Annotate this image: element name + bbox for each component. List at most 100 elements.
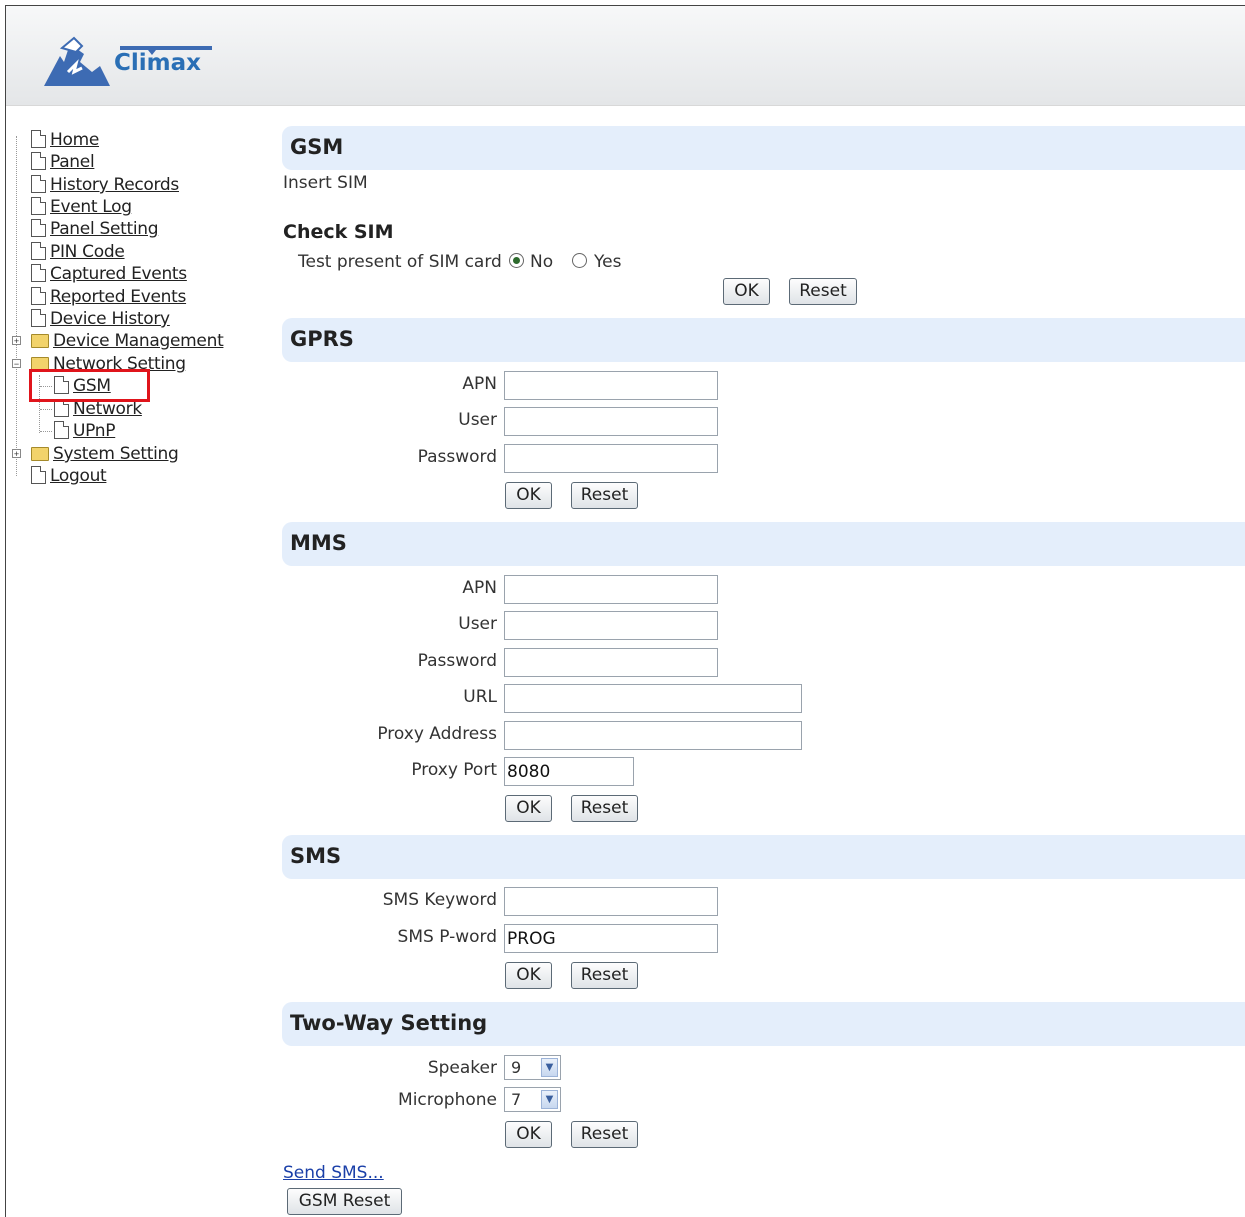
speaker-select[interactable]: 9 ▼ (504, 1055, 561, 1080)
tree-line (40, 409, 52, 410)
gprs-apn-input[interactable] (504, 371, 718, 400)
radio-yes[interactable] (572, 253, 587, 268)
gprs-user-input[interactable] (504, 407, 718, 436)
chevron-down-icon: ▼ (541, 1090, 558, 1109)
mms-proxy-address-input[interactable] (504, 721, 802, 750)
expand-plus-icon[interactable]: + (12, 336, 21, 346)
tree-item-panel-setting[interactable]: Panel Setting (31, 219, 159, 241)
sms-ok-button[interactable]: OK (505, 962, 552, 989)
tree-item-logout[interactable]: Logout (31, 466, 107, 488)
sms-pword-input[interactable] (504, 924, 718, 953)
microphone-value: 7 (511, 1090, 522, 1109)
tree-item-panel[interactable]: Panel (31, 152, 95, 174)
folder-icon (31, 447, 49, 461)
page-icon (54, 421, 69, 439)
microphone-select[interactable]: 7 ▼ (504, 1087, 561, 1112)
sms-keyword-input[interactable] (504, 887, 718, 916)
tree-link-history-records[interactable]: History Records (50, 175, 179, 195)
page-icon (31, 219, 46, 237)
gprs-user-label: User (458, 410, 497, 430)
page-icon (31, 242, 46, 260)
tree-link-device-history[interactable]: Device History (50, 309, 170, 329)
mms-password-input[interactable] (504, 648, 718, 677)
tree-item-captured-events[interactable]: Captured Events (31, 264, 187, 286)
tree-item-upnp[interactable]: UPnP (54, 421, 116, 443)
mms-reset-button[interactable]: Reset (571, 795, 638, 822)
tree-link-upnp[interactable]: UPnP (73, 421, 116, 441)
page-icon (31, 287, 46, 305)
tree-item-history-records[interactable]: History Records (31, 175, 179, 197)
section-sms-header: SMS (282, 835, 1245, 879)
folder-icon (31, 334, 49, 348)
logo-text: Climax (114, 50, 201, 76)
collapse-minus-icon[interactable]: − (12, 359, 21, 369)
section-twoway-header: Two-Way Setting (282, 1002, 1245, 1046)
mms-password-label: Password (417, 651, 497, 671)
page-icon (31, 130, 46, 148)
tree-line (16, 136, 17, 476)
tree-item-system-setting[interactable]: System Setting (31, 444, 179, 466)
speaker-value: 9 (511, 1058, 522, 1077)
tree-item-event-log[interactable]: Event Log (31, 197, 132, 219)
tree-link-logout[interactable]: Logout (50, 466, 107, 486)
check-sim-reset-button[interactable]: Reset (789, 278, 857, 305)
tree-item-pin-code[interactable]: PIN Code (31, 242, 125, 264)
tree-link-home[interactable]: Home (50, 130, 99, 150)
tree-link-captured-events[interactable]: Captured Events (50, 264, 187, 284)
twoway-reset-button[interactable]: Reset (571, 1121, 638, 1148)
sim-status-text: Insert SIM (283, 173, 368, 193)
sms-reset-button[interactable]: Reset (571, 962, 638, 989)
mms-user-input[interactable] (504, 611, 718, 640)
mms-proxy-port-label: Proxy Port (411, 760, 497, 780)
mms-proxy-port-input[interactable] (504, 757, 634, 786)
section-title: MMS (290, 531, 347, 555)
page-icon (31, 152, 46, 170)
section-title: Two-Way Setting (290, 1011, 488, 1035)
tree-item-device-history[interactable]: Device History (31, 309, 170, 331)
tree-link-panel[interactable]: Panel (50, 152, 95, 172)
tree-link-panel-setting[interactable]: Panel Setting (50, 219, 159, 239)
section-mms-header: MMS (282, 522, 1245, 566)
page-icon (31, 466, 46, 484)
tree-item-reported-events[interactable]: Reported Events (31, 287, 186, 309)
tree-item-network[interactable]: Network (54, 399, 142, 421)
gprs-apn-label: APN (462, 374, 497, 394)
tree-link-reported-events[interactable]: Reported Events (50, 287, 186, 307)
tree-line (40, 431, 52, 432)
tree-link-pin-code[interactable]: PIN Code (50, 242, 125, 262)
gprs-password-input[interactable] (504, 444, 718, 473)
gprs-reset-button[interactable]: Reset (571, 482, 638, 509)
test-sim-label: Test present of SIM card (298, 252, 502, 272)
tree-link-network[interactable]: Network (73, 399, 142, 419)
mms-apn-label: APN (462, 578, 497, 598)
check-sim-ok-button[interactable]: OK (723, 278, 770, 305)
mms-ok-button[interactable]: OK (505, 795, 552, 822)
gprs-ok-button[interactable]: OK (505, 482, 552, 509)
radio-yes-label: Yes (594, 252, 622, 272)
sms-keyword-label: SMS Keyword (382, 890, 497, 910)
tree-link-event-log[interactable]: Event Log (50, 197, 132, 217)
tree-link-system-setting[interactable]: System Setting (53, 444, 179, 464)
section-title: GPRS (290, 327, 354, 351)
gsm-reset-button[interactable]: GSM Reset (287, 1188, 402, 1215)
page-icon (31, 264, 46, 282)
radio-no[interactable] (509, 253, 524, 268)
section-gprs-header: GPRS (282, 318, 1245, 362)
expand-plus-icon[interactable]: + (12, 449, 21, 459)
microphone-label: Microphone (398, 1090, 497, 1110)
send-sms-link[interactable]: Send SMS... (283, 1163, 384, 1183)
mms-url-label: URL (463, 687, 497, 707)
gprs-password-label: Password (417, 447, 497, 467)
mms-url-input[interactable] (504, 684, 802, 713)
twoway-ok-button[interactable]: OK (505, 1121, 552, 1148)
tree-item-home[interactable]: Home (31, 130, 99, 152)
section-title: SMS (290, 844, 342, 868)
chevron-down-icon: ▼ (541, 1058, 558, 1077)
mms-apn-input[interactable] (504, 575, 718, 604)
page-icon (31, 309, 46, 327)
tree-item-device-management[interactable]: Device Management (31, 331, 224, 353)
tree-link-device-management[interactable]: Device Management (53, 331, 224, 351)
section-title: GSM (290, 135, 344, 159)
radio-no-label: No (530, 252, 554, 272)
sms-pword-label: SMS P-word (397, 927, 497, 947)
